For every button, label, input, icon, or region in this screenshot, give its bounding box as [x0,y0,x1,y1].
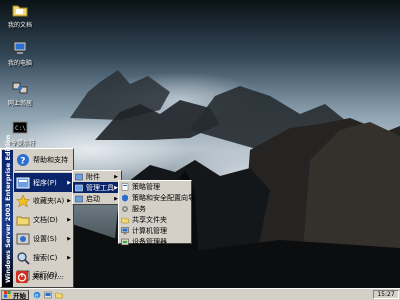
clock-time: 15:27 [377,291,395,298]
submenu-arrow-icon: ▶ [114,173,118,180]
desktop-icon-my-documents[interactable]: 我的文档 [0,2,40,29]
start-item-label: 关机(U)... [32,273,64,281]
programs-item-label: 附件 [86,172,100,181]
programs-item-label: 启动 [86,194,100,203]
admin-tool-label: 策略和安全配置向导 [132,193,195,202]
admin-tool-label: 服务 [132,204,146,213]
admin-tool-item[interactable]: 策略和安全配置向导 [119,192,195,203]
ie-browser-icon[interactable]: e [33,291,41,299]
admin-tool-item[interactable]: 策略管理 [119,181,191,192]
services-gear-icon [122,205,128,212]
start-menu-banner-text: Windows Server 2003 Enterprise Edition [3,134,12,283]
programs-item-label: 管理工具 [86,183,114,192]
start-menu-banner: Windows Server 2003 Enterprise Edition [2,135,13,287]
start-item-label: 帮助和支持 [33,155,68,164]
submenu-arrow-icon: ▶ [67,197,71,204]
start-item-shutdown[interactable]: 关机(U)... [13,268,73,286]
program-group-icon [75,195,83,202]
admin-tool-label: 策略管理 [132,182,160,191]
windows-flag-icon [4,291,11,298]
admin-tool-item[interactable]: 共享文件夹 [119,214,191,225]
documents-icon [16,216,30,225]
network-icon [12,82,28,94]
show-desktop-icon[interactable] [44,291,52,299]
computer-management-icon [121,226,129,234]
svg-text:e: e [35,292,39,299]
programs-item-startup[interactable]: 启动 ▶ [73,193,121,204]
explorer-icon[interactable] [55,291,63,299]
admin-tool-item[interactable]: 服务 [119,203,191,214]
security-wizard-icon [122,194,128,201]
admin-tool-label: 计算机管理 [132,226,167,235]
admin-tool-item[interactable]: 计算机管理 [119,225,191,236]
shared-folder-icon [121,217,129,223]
programs-item-accessories[interactable]: 附件 ▶ [73,171,121,182]
admin-tools-submenu: 策略管理 策略和安全配置向导 服务 共享文件夹 计算机管理 设备管理器 [118,180,195,247]
start-item-favorites[interactable]: 收藏夹(A) ▶ [14,191,74,210]
admin-tool-item[interactable]: 设备管理器 [119,236,191,247]
command-prompt-icon: C:\ [12,121,28,134]
desktop-icon-network[interactable]: 网上邻居 [0,80,40,107]
shutdown-icon [16,271,28,283]
submenu-arrow-icon: ▶ [67,235,71,242]
my-computer-icon [13,41,27,54]
settings-icon [16,233,30,244]
start-item-documents[interactable]: 文档(D) ▶ [14,210,74,229]
admin-tool-label: 共享文件夹 [132,215,167,224]
desktop-icon-label: 我的文档 [7,22,32,29]
svg-text:?: ? [20,156,25,166]
start-item-search[interactable]: 搜索(C) ▶ [14,248,74,267]
favorites-star-icon [16,193,30,208]
desktop-icon-label: 我的电脑 [7,60,32,67]
taskbar: 开始 e 15:27 [0,288,400,300]
system-tray-clock[interactable]: 15:27 [373,290,399,299]
submenu-arrow-icon: ▶ [67,254,71,261]
start-item-help[interactable]: ? 帮助和支持 [14,150,74,169]
admin-tool-label: 设备管理器 [132,237,167,246]
search-icon [17,251,30,265]
quick-launch: e [33,291,66,299]
program-group-icon [75,173,83,180]
start-item-label: 搜索(C) [33,253,58,262]
desktop-icon-label: 网上邻居 [7,100,32,107]
start-item-label: 设置(S) [33,234,57,243]
help-icon: ? [17,153,29,166]
program-group-icon [75,184,83,191]
start-menu-separator [15,170,73,172]
start-button-label: 开始 [13,291,26,300]
start-item-programs[interactable]: 程序(P) ▶ [14,173,74,192]
submenu-arrow-icon: ▶ [67,179,71,186]
start-item-label: 收藏夹(A) [33,196,65,205]
programs-icon [16,177,30,188]
programs-item-admin-tools[interactable]: 管理工具 ▶ [73,182,121,193]
programs-submenu: 附件 ▶ 管理工具 ▶ 启动 ▶ [72,170,122,205]
start-button[interactable]: 开始 [1,289,29,300]
submenu-arrow-icon: ▶ [67,216,71,223]
device-manager-icon [121,238,129,245]
start-menu: Windows Server 2003 Enterprise Edition ?… [0,135,74,288]
start-item-settings[interactable]: 设置(S) ▶ [14,229,74,248]
start-item-label: 程序(P) [33,178,57,187]
policy-icon [121,182,129,191]
start-item-label: 文档(D) [33,215,58,224]
svg-text:C:\: C:\ [15,125,26,132]
desktop-icon-my-computer[interactable]: 我的电脑 [0,40,40,67]
folder-documents-icon [12,5,28,17]
